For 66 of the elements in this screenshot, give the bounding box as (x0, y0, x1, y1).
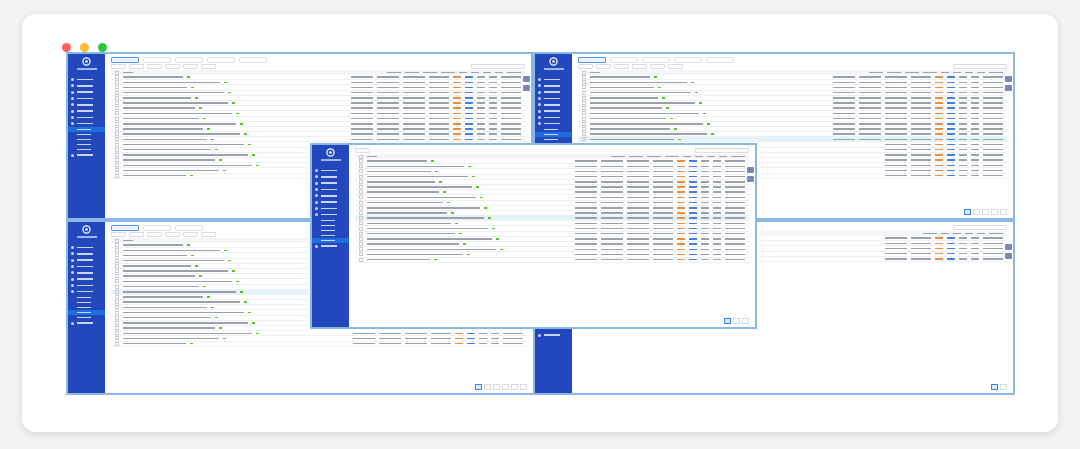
sidebar-item[interactable] (68, 309, 105, 315)
tab[interactable] (578, 56, 606, 63)
tab[interactable] (111, 224, 139, 231)
table-row[interactable] (111, 168, 308, 174)
toolbar-button[interactable] (355, 148, 370, 153)
toolbar-button[interactable] (668, 64, 683, 69)
toolbar-button[interactable] (165, 64, 180, 69)
table-row[interactable] (759, 173, 1007, 179)
search-field[interactable] (953, 225, 1007, 230)
toolbar-button[interactable] (111, 64, 126, 69)
page-button[interactable] (964, 209, 971, 215)
toolbar-button[interactable] (165, 232, 180, 237)
table-row[interactable] (355, 174, 749, 180)
sidebar-item[interactable] (68, 126, 105, 132)
table-row[interactable] (111, 310, 308, 316)
table-row[interactable] (111, 173, 308, 179)
table-row[interactable] (111, 85, 525, 91)
maximize-icon[interactable] (98, 43, 107, 52)
page-button[interactable] (475, 384, 482, 390)
table-row[interactable] (111, 279, 308, 285)
toolbar-button[interactable] (201, 232, 216, 237)
table-row[interactable] (578, 85, 1007, 91)
logo-icon (549, 57, 558, 66)
toolbar-button[interactable] (183, 64, 198, 69)
table-row[interactable] (759, 147, 1007, 153)
sidebar-item[interactable] (535, 131, 572, 137)
toolbar-button[interactable] (201, 64, 216, 69)
page-button[interactable] (724, 318, 731, 324)
table-row[interactable] (111, 258, 308, 264)
table-row[interactable] (759, 251, 1007, 257)
toolbar-button[interactable] (129, 64, 144, 69)
toolbar-button[interactable] (596, 64, 611, 69)
toolbar-button[interactable] (129, 232, 144, 237)
toolbar-button[interactable] (147, 64, 162, 69)
table-row[interactable] (111, 263, 308, 269)
table-row[interactable] (111, 147, 308, 153)
table-row[interactable] (759, 142, 1007, 148)
toolbar-button[interactable] (632, 64, 647, 69)
page-button[interactable] (991, 384, 998, 390)
toolbar-button[interactable] (183, 232, 198, 237)
close-icon[interactable] (62, 43, 71, 52)
table-row[interactable] (759, 168, 1007, 174)
table-row[interactable] (111, 284, 308, 290)
table-row[interactable] (355, 179, 749, 185)
search-field[interactable] (953, 64, 1007, 69)
logo-icon (326, 148, 335, 157)
logo-icon (82, 57, 91, 66)
table-row[interactable] (759, 256, 1007, 262)
toolbar-button[interactable] (614, 64, 629, 69)
table-row[interactable] (759, 246, 1007, 252)
toolbar-button[interactable] (147, 232, 162, 237)
table-row[interactable] (111, 253, 308, 259)
table-row[interactable] (111, 142, 308, 148)
search-field[interactable] (471, 64, 525, 69)
table-row[interactable] (355, 169, 749, 175)
table-row[interactable] (111, 289, 308, 295)
sidebar-item[interactable] (312, 237, 349, 243)
table-row[interactable] (578, 137, 1007, 143)
toolbar-button[interactable] (111, 232, 126, 237)
table-row[interactable] (111, 315, 308, 321)
toolbar-button[interactable] (578, 64, 593, 69)
tab[interactable] (111, 56, 139, 63)
toolbar-button[interactable] (650, 64, 665, 69)
logo-icon (82, 225, 91, 234)
search-field[interactable] (695, 148, 749, 153)
minimize-icon[interactable] (80, 43, 89, 52)
